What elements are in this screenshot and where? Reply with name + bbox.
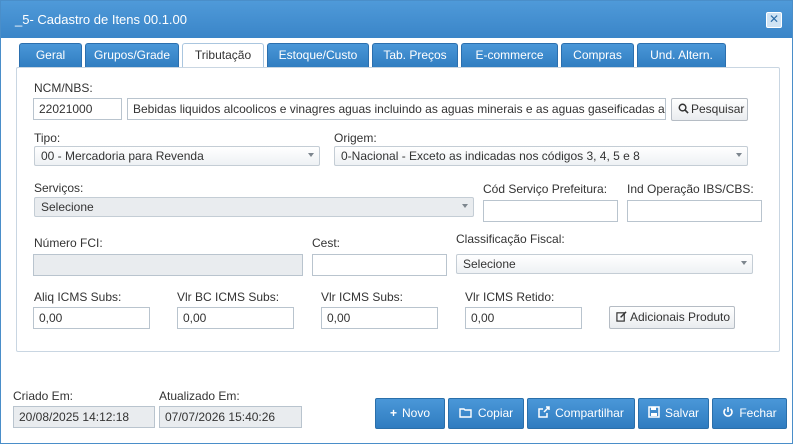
edit-icon	[616, 311, 627, 322]
cest-label: Cest:	[312, 236, 341, 250]
tab-estoque-custo[interactable]: Estoque/Custo	[267, 43, 369, 68]
tab-grupos-grade[interactable]: Grupos/Grade	[85, 43, 179, 68]
ind-operacao-input[interactable]	[627, 200, 762, 222]
atualizado-em-value: 07/07/2026 15:40:26	[159, 406, 302, 428]
atualizado-em-label: Atualizado Em:	[159, 389, 240, 403]
criado-em-label: Criado Em:	[13, 389, 74, 403]
compartilhar-button-label: Compartilhar	[555, 406, 624, 420]
cod-servico-input[interactable]	[483, 200, 618, 222]
tipo-label: Tipo:	[34, 131, 61, 145]
save-icon	[648, 406, 660, 418]
vlr-icms-subs-label: Vlr ICMS Subs:	[321, 290, 404, 304]
tab-e-commerce[interactable]: E-commerce	[461, 43, 558, 68]
novo-button-label: Novo	[402, 406, 431, 420]
cod-servico-label: Cód Serviço Prefeitura:	[483, 182, 608, 196]
chevron-down-icon	[308, 153, 314, 157]
origem-select[interactable]: 0-Nacional - Exceto as indicadas nos cód…	[334, 146, 748, 166]
chevron-down-icon	[741, 261, 747, 265]
copiar-button-label: Copiar	[477, 406, 514, 420]
salvar-button[interactable]: Salvar	[638, 398, 709, 429]
classificacao-select-value: Selecione	[463, 257, 516, 271]
criado-em-value: 20/08/2025 14:12:18	[13, 406, 155, 428]
search-icon	[678, 103, 689, 114]
vlr-bc-icms-subs-label: Vlr BC ICMS Subs:	[177, 290, 280, 304]
vlr-icms-subs-input[interactable]: 0,00	[321, 307, 438, 329]
plus-icon: +	[389, 406, 397, 420]
tab-und-altern[interactable]: Und. Altern.	[637, 43, 726, 68]
tipo-select[interactable]: 00 - Mercadoria para Revenda	[34, 146, 320, 166]
dialog-window: _5- Cadastro de Itens 00.1.00 ✕ Geral Gr…	[0, 0, 793, 444]
folder-icon	[459, 408, 472, 418]
ncm-code-input[interactable]: 22021000	[33, 98, 122, 120]
share-icon	[538, 406, 550, 418]
adicionais-produto-button[interactable]: Adicionais Produto	[609, 306, 735, 329]
tab-geral[interactable]: Geral	[19, 43, 82, 68]
search-button[interactable]: Pesquisar	[671, 98, 748, 121]
salvar-button-label: Salvar	[664, 406, 699, 420]
chevron-down-icon	[462, 204, 468, 208]
compartilhar-button[interactable]: Compartilhar	[527, 398, 635, 429]
search-button-label: Pesquisar	[691, 102, 745, 116]
window-title: _5- Cadastro de Itens 00.1.00	[15, 12, 188, 27]
vlr-icms-retido-label: Vlr ICMS Retido:	[465, 290, 555, 304]
vlr-bc-icms-subs-input[interactable]: 0,00	[177, 307, 294, 329]
fechar-button[interactable]: Fechar	[712, 398, 787, 429]
servicos-select[interactable]: Selecione	[34, 197, 474, 217]
tab-tab-precos[interactable]: Tab. Preços	[372, 43, 458, 68]
servicos-select-value: Selecione	[41, 200, 94, 214]
classificacao-label: Classificação Fiscal:	[456, 232, 565, 246]
aliq-icms-subs-label: Aliq ICMS Subs:	[34, 290, 122, 304]
ind-operacao-label: Ind Operação IBS/CBS:	[627, 182, 754, 196]
power-icon	[723, 407, 734, 417]
origem-select-value: 0-Nacional - Exceto as indicadas nos cód…	[341, 149, 640, 163]
close-icon[interactable]: ✕	[766, 12, 782, 28]
tab-compras[interactable]: Compras	[561, 43, 634, 68]
ncm-label: NCM/NBS:	[34, 81, 93, 95]
tab-tributacao[interactable]: Tributação	[182, 43, 264, 69]
chevron-down-icon	[736, 153, 742, 157]
fechar-button-label: Fechar	[739, 406, 777, 420]
classificacao-select[interactable]: Selecione	[456, 254, 753, 274]
novo-button[interactable]: + Novo	[375, 398, 445, 429]
ncm-description-input[interactable]: Bebidas liquidos alcoolicos e vinagres a…	[127, 98, 666, 120]
adicionais-produto-label: Adicionais Produto	[630, 310, 731, 324]
numero-fci-label: Número FCI:	[34, 236, 103, 250]
numero-fci-input[interactable]	[33, 254, 303, 276]
title-bar[interactable]: _5- Cadastro de Itens 00.1.00 ✕	[1, 1, 792, 38]
servicos-label: Serviços:	[34, 181, 84, 195]
tipo-select-value: 00 - Mercadoria para Revenda	[41, 149, 204, 163]
vlr-icms-retido-input[interactable]: 0,00	[465, 307, 582, 329]
origem-label: Origem:	[334, 131, 377, 145]
copiar-button[interactable]: Copiar	[448, 398, 524, 429]
aliq-icms-subs-input[interactable]: 0,00	[33, 307, 150, 329]
cest-input[interactable]	[312, 254, 447, 276]
